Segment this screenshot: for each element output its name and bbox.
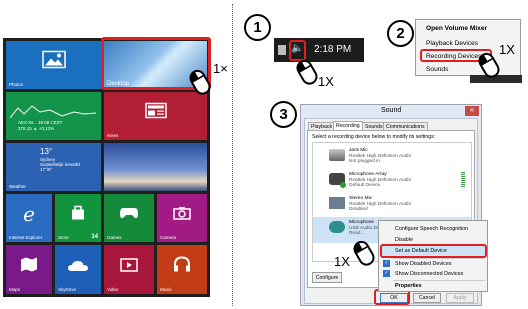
tile-games[interactable]: Games [104,194,154,242]
apply-button[interactable]: Apply [446,293,474,303]
tile-camera[interactable]: Camera [157,194,207,242]
tile-label: Weather [9,184,26,189]
camera-icon [173,205,191,223]
tile-label: Camera [160,235,177,240]
tile-store[interactable]: Store 14 [55,194,101,242]
games-controller-icon [119,205,139,223]
menu-properties[interactable]: Properties [395,283,422,289]
tile-music[interactable]: Music [157,245,207,294]
close-button[interactable]: ✕ [465,106,479,116]
tile-label: Video [107,287,119,292]
dialog-title: Sound [381,107,402,114]
menu-playback-devices[interactable]: Playback Devices [426,40,478,47]
store-badge: 14 [91,234,98,240]
tile-label: Internet Explorer [9,235,43,240]
finance-chart-icon [10,105,96,119]
menu-configure-speech[interactable]: Configure Speech Recognition [395,226,468,232]
tray-icon [278,45,286,55]
menu-show-disabled[interactable]: Show Disabled Devices [395,261,452,267]
menu-separator [393,280,485,281]
dialog-titlebar: Sound ✕ [301,105,481,118]
menu-open-volume-mixer[interactable]: Open Volume Mixer [426,25,487,32]
video-play-icon [120,257,138,275]
device-status: Disabled [349,207,368,213]
tile-weather[interactable]: 13° Sydney Gedeeltelijk bewolkt 17°/9° W… [6,143,101,191]
photos-icon [41,50,66,72]
instruction-text: Select a recording device below to modif… [312,134,436,140]
device-status: Default Device [349,183,381,189]
headphones-icon [173,256,191,275]
click-count: 1× [213,61,228,76]
menu-disable[interactable]: Disable [395,237,413,243]
mouse-icon [296,57,320,91]
menu-sounds[interactable]: Sounds [426,66,448,73]
tile-photos[interactable]: Photos [6,41,101,89]
check-icon: ✓ [383,260,390,267]
tile-label: Games [107,235,122,240]
menu-separator [393,258,485,259]
list-item-stereo-mix[interactable]: Stereo Mix Realtek High Definition Audio D… [313,193,471,216]
tile-internet-explorer[interactable]: e Internet Explorer [6,194,52,242]
tile-video[interactable]: Video [104,245,154,294]
click-count: 1X [318,74,334,89]
configure-button[interactable]: Configure [312,272,342,283]
device-status: Not plugged in [349,159,380,165]
list-item-microphone-array[interactable]: Microphone Array Realtek High Definition … [313,169,471,192]
tile-label: Store [58,235,69,240]
finance-value: 378,15 ▲ +0,13% [18,126,55,131]
list-item-jack-mic[interactable]: Jack Mic Realtek High Definition Audio Not… [313,145,471,168]
mouse-icon [353,238,377,272]
tile-label: Maps [9,287,21,292]
tile-label: SkyDrive [58,287,77,292]
menu-show-disconnected[interactable]: Show Disconnected Devices [395,271,463,277]
usb-microphone-icon [329,221,345,233]
cancel-button[interactable]: Cancel [413,293,441,303]
step-number: 3 [270,101,297,128]
news-icon [144,102,167,122]
mouse-icon [189,67,213,101]
store-icon [70,205,86,224]
click-count: 1X [499,42,515,57]
clock: 2:18 PM [314,44,352,55]
weather-temp: 13° [40,147,53,156]
divider [232,4,233,306]
tab-recording[interactable]: Recording [333,121,363,130]
level-meter [461,172,465,188]
tile-maps[interactable]: Maps [6,245,52,294]
microphone-icon [329,149,345,161]
maps-icon [20,256,38,275]
internet-explorer-icon: e [23,202,35,227]
default-check-icon [340,182,346,188]
set-default-highlight [380,244,487,258]
tile-skydrive[interactable]: SkyDrive [55,245,101,294]
tile-label: Photos [9,82,24,87]
click-count: 1X [334,254,350,269]
tile-label: Music [160,287,172,292]
tile-photo-sunset[interactable] [104,143,207,191]
tile-finance[interactable]: AEX-IN... 19.08 CEST 378,15 ▲ +0,13% [6,92,101,140]
check-icon: ✓ [383,270,390,277]
step-number: 1 [244,14,271,41]
weather-range: 17°/9° [40,167,53,172]
finance-index: AEX-IN... 19.08 CEST [18,120,63,125]
cloud-icon [67,257,89,275]
tile-label: News [107,133,119,138]
step-number: 2 [387,20,414,47]
audio-card-icon [329,197,345,209]
